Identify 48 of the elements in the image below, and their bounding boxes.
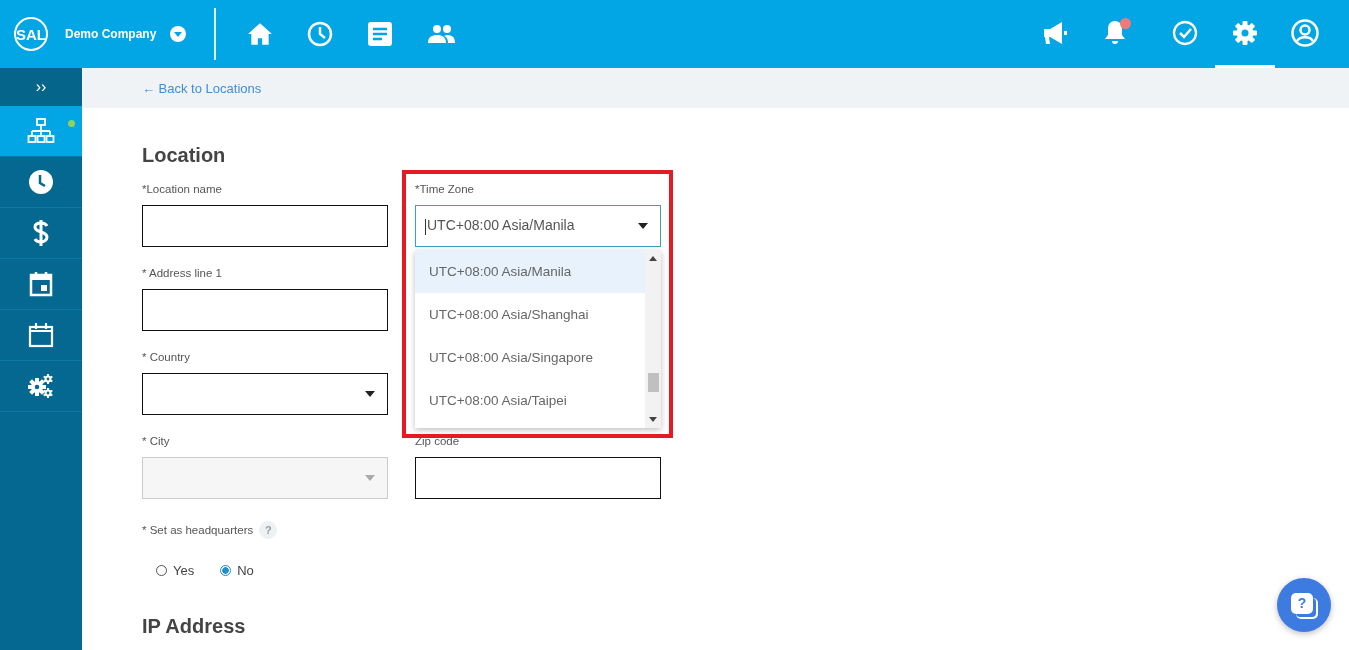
bell-icon[interactable] (1103, 19, 1127, 46)
check-circle-icon[interactable] (1172, 19, 1198, 46)
dropdown-option[interactable]: UTC+08:00 Asia/Taipei (415, 379, 645, 422)
megaphone-icon[interactable] (1042, 20, 1068, 45)
gears-icon[interactable] (27, 373, 55, 399)
field-label: * Set as headquarters (142, 524, 254, 536)
document-icon[interactable] (367, 21, 394, 47)
company-logo: SAL (14, 17, 48, 51)
radio-option[interactable]: No (220, 563, 254, 578)
dropdown-option[interactable]: UTC+08:00 Asia/Singapore (415, 336, 645, 379)
scrollbar-thumb[interactable] (648, 373, 659, 392)
radio-option[interactable]: Yes (156, 563, 195, 578)
sidebar-item[interactable] (0, 106, 82, 157)
field-label: * Country (142, 351, 191, 365)
dollar-icon[interactable] (32, 219, 50, 247)
field-label: * City (142, 435, 171, 449)
calendar-icon[interactable] (29, 271, 53, 297)
help-chat-button[interactable]: ? (1277, 578, 1331, 632)
select-field[interactable]: UTC+08:00 Asia/Manila (415, 205, 661, 247)
settings-icon[interactable] (1232, 19, 1258, 46)
back-link[interactable]: ← Back to Locations (142, 80, 262, 96)
calendar-icon[interactable] (28, 322, 54, 348)
account-icon[interactable] (1291, 18, 1319, 47)
clock-icon[interactable] (28, 169, 54, 195)
caret-icon (365, 475, 375, 481)
field-label: *Location name (142, 183, 223, 197)
expand-toggle[interactable]: ›› (0, 68, 82, 106)
org-chart-icon[interactable] (27, 117, 55, 145)
field-label: *Time Zone (415, 183, 475, 197)
clock-icon[interactable] (307, 21, 334, 47)
caret-icon (365, 391, 375, 397)
dropdown-caret-icon[interactable] (170, 26, 187, 42)
section-title: IP Address (142, 615, 247, 638)
text-field[interactable] (415, 457, 661, 499)
scroll-up-icon[interactable] (649, 256, 657, 261)
text-field[interactable] (142, 289, 388, 331)
text-field[interactable] (142, 205, 388, 247)
field-label: * Address line 1 (142, 267, 223, 281)
scroll-down-icon[interactable] (649, 417, 657, 422)
section-title: Location (142, 144, 227, 167)
people-icon[interactable] (427, 24, 456, 44)
caret-icon (638, 223, 648, 229)
dropdown-option[interactable]: UTC+08:00 Asia/Shanghai (415, 293, 645, 336)
radio-button[interactable] (220, 565, 232, 576)
select-field[interactable] (142, 373, 388, 415)
home-icon[interactable] (247, 22, 274, 46)
scrollbar[interactable] (645, 250, 661, 428)
dropdown-option[interactable]: UTC+08:00 Asia/Manila (415, 250, 645, 293)
